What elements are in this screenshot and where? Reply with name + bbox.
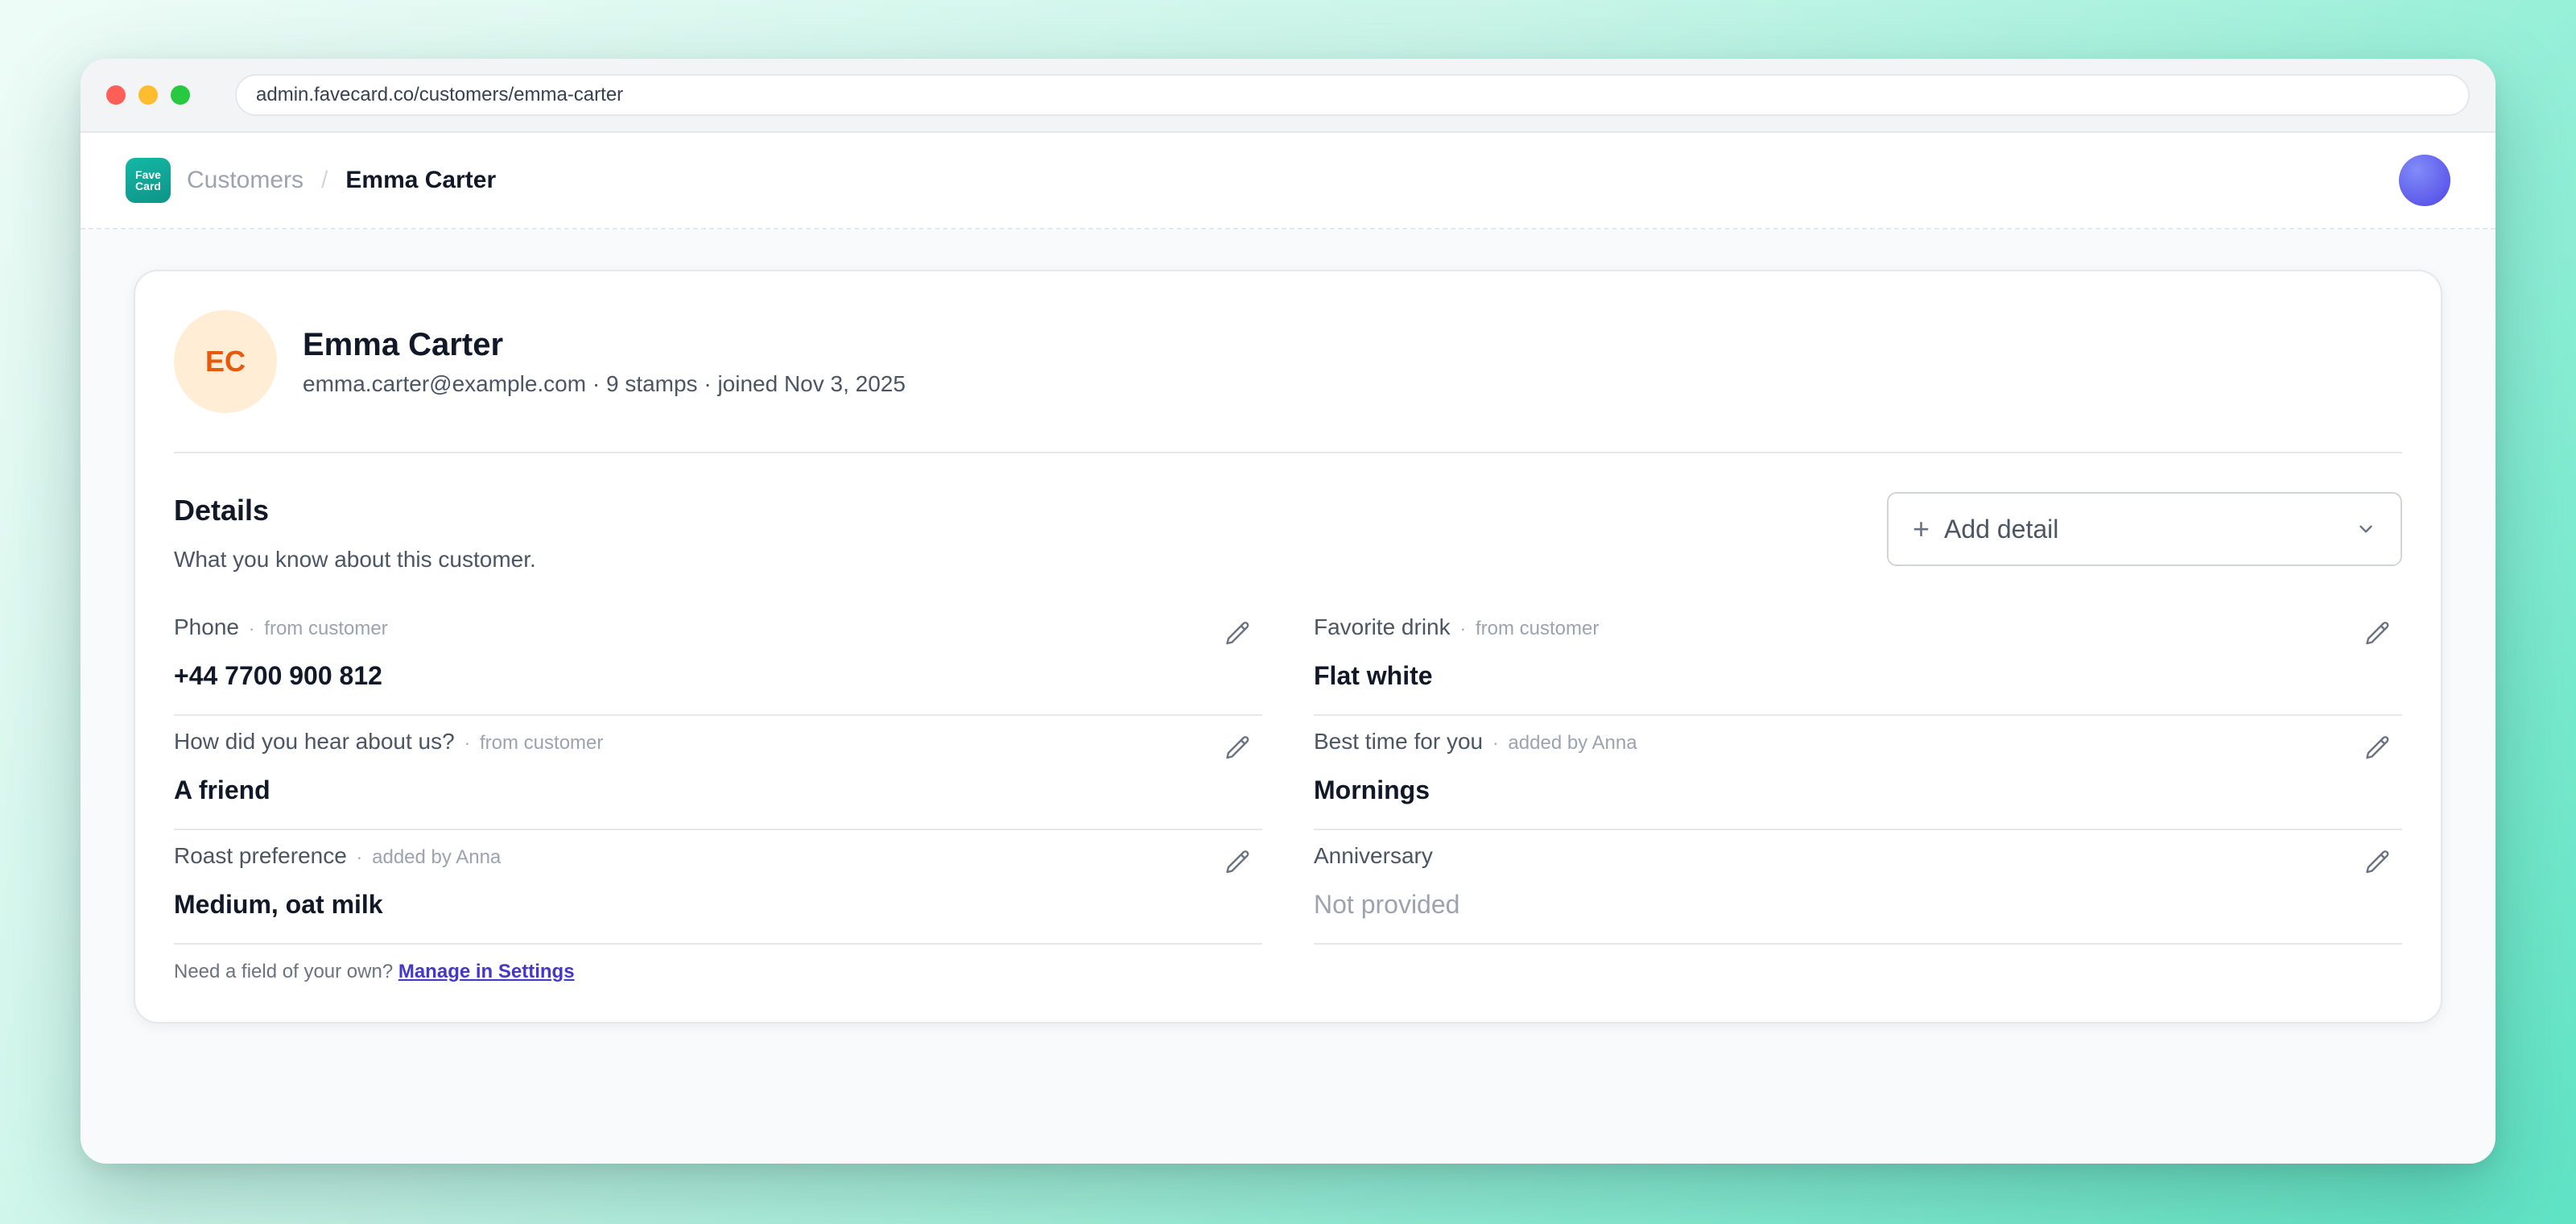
field-value: Flat white — [1314, 661, 1433, 690]
section-divider — [174, 452, 2402, 453]
customer-card: EC Emma Carter emma.carter@example.com ·… — [134, 270, 2442, 1023]
pencil-icon[interactable] — [2363, 619, 2392, 648]
chevron-down-icon — [2359, 525, 2372, 533]
minimize-window-button[interactable] — [138, 85, 158, 105]
address-bar-url: admin.favecard.co/customers/emma-carter — [256, 84, 624, 105]
field-value: Not provided — [1314, 890, 1460, 919]
breadcrumb-separator: / — [321, 167, 328, 193]
details-title: Details — [174, 494, 270, 527]
field-value: A friend — [174, 775, 270, 804]
user-avatar[interactable] — [2399, 155, 2450, 206]
address-bar[interactable]: admin.favecard.co/customers/emma-carter — [235, 74, 2470, 116]
browser-titlebar: admin.favecard.co/customers/emma-carter — [80, 59, 2496, 133]
field-label: Anniversary — [1314, 843, 1433, 868]
field-label: Favorite drink — [1314, 614, 1451, 639]
pencil-icon[interactable] — [1224, 734, 1253, 763]
favecard-logo[interactable]: Fave Card — [126, 158, 171, 203]
footer-text: Need a field of your own? — [174, 961, 394, 982]
browser-window: admin.favecard.co/customers/emma-carter … — [80, 59, 2496, 1164]
avatar-initials: EC — [204, 345, 246, 378]
field-label: How did you hear about us? — [174, 729, 455, 754]
breadcrumb-customers[interactable]: Customers — [187, 167, 303, 194]
field-label: Best time for you — [1314, 729, 1484, 754]
customer-profile: EC Emma Carter emma.carter@example.com ·… — [174, 310, 906, 413]
field-source: from customer — [1475, 618, 1600, 639]
detail-field-how-heard: How did you hear about us? · from custom… — [174, 716, 1262, 830]
pencil-icon[interactable] — [1224, 619, 1253, 648]
app-header: Fave Card Customers / Emma Carter — [80, 133, 2496, 229]
pencil-icon[interactable] — [2363, 734, 2392, 763]
close-window-button[interactable] — [106, 85, 126, 105]
customer-avatar: EC — [174, 310, 277, 413]
add-detail-label: Add detail — [1944, 514, 2059, 544]
field-value: +44 7700 900 812 — [174, 661, 382, 690]
field-value: Medium, oat milk — [174, 890, 383, 919]
pencil-icon[interactable] — [2363, 848, 2392, 877]
field-value: Mornings — [1314, 775, 1430, 804]
field-source: from customer — [264, 618, 388, 639]
details-grid: Phone · from customer +44 7700 900 812 F… — [174, 602, 2402, 945]
detail-field-best-time: Best time for you · added by Anna Mornin… — [1314, 716, 2402, 830]
add-detail-dropdown[interactable]: + Add detail — [1887, 492, 2402, 566]
manage-settings-link[interactable]: Manage in Settings — [398, 961, 575, 982]
pencil-icon[interactable] — [1224, 848, 1253, 877]
field-label: Roast preference — [174, 843, 347, 868]
field-label: Phone — [174, 614, 239, 639]
customer-meta: emma.carter@example.com · 9 stamps · joi… — [303, 370, 906, 396]
field-source: added by Anna — [372, 846, 502, 868]
field-source: from customer — [480, 732, 604, 754]
maximize-window-button[interactable] — [171, 85, 190, 105]
plus-icon: + — [1913, 512, 1930, 545]
custom-field-note: Need a field of your own? Manage in Sett… — [174, 961, 575, 983]
detail-field-roast-preference: Roast preference · added by Anna Medium,… — [174, 830, 1262, 945]
customer-name: Emma Carter — [303, 326, 504, 362]
detail-field-favorite-drink: Favorite drink · from customer Flat whit… — [1314, 602, 2402, 716]
breadcrumb-current: Emma Carter — [345, 167, 497, 193]
details-subtitle: What you know about this customer. — [174, 547, 536, 572]
detail-field-anniversary: Anniversary Not provided — [1314, 830, 2402, 945]
detail-field-phone: Phone · from customer +44 7700 900 812 — [174, 602, 1262, 716]
field-source: added by Anna — [1508, 732, 1637, 754]
